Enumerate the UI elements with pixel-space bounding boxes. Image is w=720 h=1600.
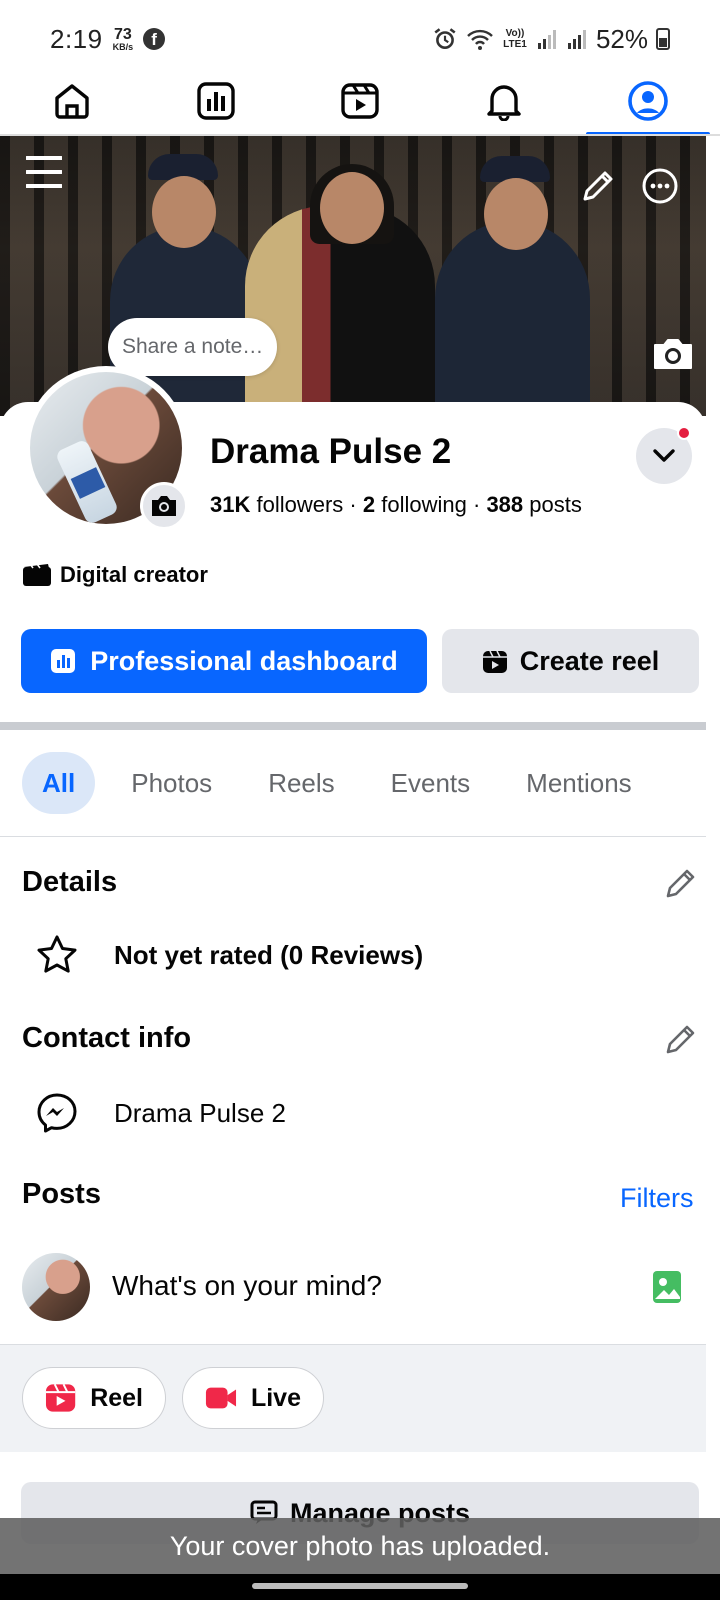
composer-prompt[interactable]: What's on your mind?	[112, 1270, 382, 1302]
profile-stats: 31K followers · 2 following · 388 posts	[210, 492, 582, 518]
nav-home[interactable]	[0, 66, 144, 136]
reel-chip-label: Reel	[90, 1383, 143, 1412]
scroll-edge	[706, 136, 720, 1574]
star-icon	[34, 932, 80, 978]
photo-icon[interactable]	[652, 1270, 682, 1304]
tab-photos[interactable]: Photos	[111, 752, 232, 814]
nav-notifications[interactable]	[432, 66, 576, 136]
camera-icon	[654, 339, 692, 369]
following-label[interactable]: following	[381, 492, 467, 517]
cover-face-right	[484, 178, 548, 250]
create-reel-label: Create reel	[519, 645, 660, 676]
messenger-icon	[34, 1090, 80, 1136]
reel-icon	[45, 1383, 76, 1412]
nav-professional-dashboard[interactable]	[144, 66, 288, 136]
clapperboard-icon	[23, 563, 51, 586]
cover-figure-right	[435, 221, 590, 416]
menu-button[interactable]	[22, 150, 66, 194]
followers-count[interactable]: 31K	[210, 492, 250, 517]
section-divider	[0, 722, 706, 730]
professional-dashboard-button[interactable]: Professional dashboard	[21, 629, 427, 693]
messenger-name: Drama Pulse 2	[114, 1097, 286, 1128]
home-icon	[55, 84, 89, 119]
hamburger-icon	[26, 156, 62, 188]
create-reel-button[interactable]: Create reel	[442, 629, 699, 693]
nav-profile[interactable]	[576, 66, 720, 136]
stats-separator: ·	[349, 492, 357, 517]
professional-dashboard-label: Professional dashboard	[90, 645, 398, 676]
video-icon	[341, 83, 379, 119]
live-video-icon	[205, 1387, 237, 1409]
dashboard-icon	[51, 649, 76, 673]
facebook-notification-icon: f	[143, 28, 166, 50]
rating-text: Not yet rated (0 Reviews)	[114, 939, 424, 970]
nav-video[interactable]	[288, 66, 432, 136]
filters-link[interactable]: Filters	[620, 1183, 694, 1214]
reel-icon	[482, 650, 507, 673]
camera-icon	[152, 496, 176, 516]
tabs-divider	[0, 836, 706, 837]
composer-avatar[interactable]	[22, 1253, 90, 1321]
live-chip[interactable]: Live	[182, 1367, 324, 1429]
details-title: Details	[22, 866, 118, 898]
followers-label[interactable]: followers	[256, 492, 343, 517]
tab-reels[interactable]: Reels	[248, 752, 354, 814]
reel-chip[interactable]: Reel	[22, 1367, 166, 1429]
posts-count: 388	[486, 492, 524, 517]
share-note-bubble[interactable]: Share a note…	[108, 318, 278, 376]
tab-all[interactable]: All	[22, 752, 96, 814]
change-avatar-button[interactable]	[140, 482, 188, 530]
page-name: Drama Pulse 2	[210, 432, 452, 471]
notification-badge	[677, 426, 691, 440]
bell-icon	[487, 85, 521, 121]
more-icon	[642, 168, 678, 204]
contact-info-title: Contact info	[22, 1022, 192, 1054]
network-speed: 73 KB/s	[112, 25, 134, 52]
home-indicator[interactable]	[252, 1583, 468, 1589]
change-cover-button[interactable]	[650, 334, 696, 374]
posts-label: posts	[529, 492, 582, 517]
edit-details-button[interactable]	[664, 866, 698, 900]
alarm-icon	[434, 28, 456, 49]
category-label: Digital creator	[60, 562, 208, 587]
tab-events[interactable]: Events	[371, 752, 491, 814]
tab-mentions[interactable]: Mentions	[506, 752, 652, 814]
profile-icon	[628, 81, 668, 121]
profile-tabs: All Photos Reels Events Mentions	[0, 752, 706, 814]
cover-face-center	[320, 172, 384, 244]
pencil-icon	[666, 1025, 695, 1054]
pencil-icon	[583, 171, 613, 201]
rating-row: Not yet rated (0 Reviews)	[34, 932, 423, 978]
cover-face-left	[152, 176, 216, 248]
status-time: 2:19	[50, 23, 103, 54]
battery-icon	[656, 28, 670, 50]
live-chip-label: Live	[250, 1383, 301, 1412]
messenger-row[interactable]: Drama Pulse 2	[34, 1090, 286, 1136]
battery-percent: 52%	[595, 23, 648, 54]
chevron-down-icon	[653, 449, 675, 462]
dashboard-icon	[197, 82, 235, 120]
pencil-icon	[666, 869, 695, 898]
signal-icon-2	[567, 30, 586, 49]
upload-toast: Your cover photo has uploaded.	[0, 1518, 720, 1574]
edit-contact-button[interactable]	[664, 1022, 698, 1056]
signal-icon-1	[537, 30, 556, 49]
more-options-button[interactable]	[640, 166, 680, 206]
page-category: Digital creator	[22, 562, 208, 588]
top-nav	[0, 66, 720, 136]
following-count[interactable]: 2	[363, 492, 375, 517]
posts-title: Posts	[22, 1178, 101, 1210]
wifi-icon	[467, 29, 493, 50]
stats-separator: ·	[472, 492, 481, 517]
volte-label: Vo)) LTE1	[503, 28, 527, 50]
edit-cover-button[interactable]	[578, 166, 618, 206]
